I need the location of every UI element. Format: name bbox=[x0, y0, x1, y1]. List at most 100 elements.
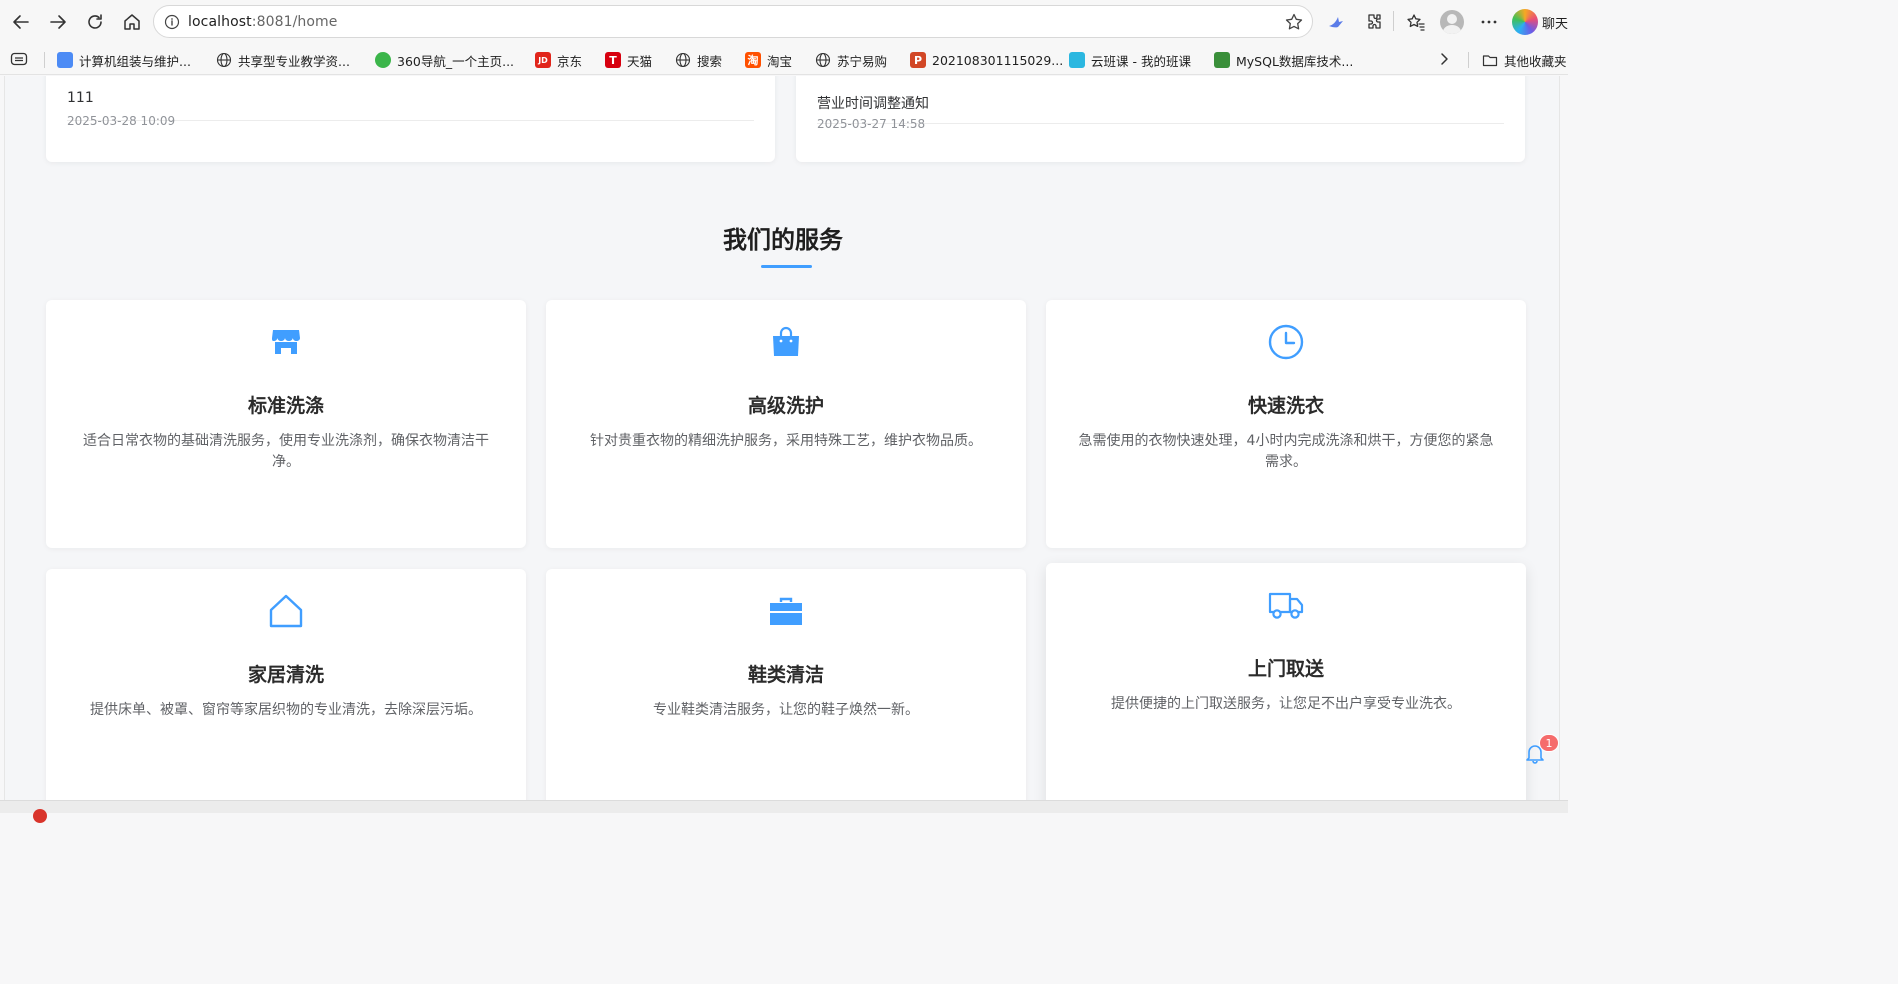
reload-icon bbox=[88, 14, 102, 29]
service-description: 专业鞋类清洁服务，让您的鞋子焕然一新。 bbox=[653, 702, 919, 718]
truck-icon bbox=[1268, 592, 1304, 619]
sidebar-toggle-icon[interactable] bbox=[10, 51, 28, 67]
service-card-pickup-delivery[interactable]: 上门取送 提供便捷的上门取送服务，让您足不出户享受专业洗衣。 bbox=[1046, 563, 1526, 800]
chevron-right-icon[interactable] bbox=[1436, 51, 1452, 67]
cloud-icon bbox=[1069, 52, 1085, 68]
service-description: 适合日常衣物的基础清洗服务，使用专业洗涤剂，确保衣物清洁干净。 bbox=[83, 433, 489, 470]
service-card-premium-care[interactable]: 高级洗护 针对贵重衣物的精细洗护服务，采用特殊工艺，维护衣物品质。 bbox=[546, 300, 1026, 548]
favorites-button[interactable] bbox=[1398, 4, 1434, 40]
home-icon bbox=[124, 14, 140, 30]
copilot-label: 聊天 bbox=[1542, 16, 1569, 32]
bookmark-item[interactable]: T 天猫 bbox=[605, 49, 652, 71]
toolbar-divider bbox=[1393, 11, 1394, 31]
shop-icon bbox=[272, 330, 300, 354]
page-viewport: 111 2025-03-28 10:09 营业时间调整通知 2025-03-27… bbox=[4, 76, 1560, 800]
other-bookmarks-folder[interactable]: 其他收藏夹 bbox=[1482, 49, 1567, 71]
services-section-title: 我们的服务 bbox=[723, 226, 843, 254]
more-menu-button[interactable] bbox=[1471, 4, 1507, 40]
notice-item[interactable]: 111 2025-03-28 10:09 bbox=[67, 76, 754, 128]
bookmark-item[interactable]: 360导航_一个主页... bbox=[375, 49, 514, 71]
service-title: 标准洗涤 bbox=[247, 395, 324, 417]
notice-card-left: 111 2025-03-28 10:09 bbox=[46, 76, 775, 162]
back-button[interactable] bbox=[3, 4, 39, 40]
notice-title[interactable]: 111 bbox=[67, 90, 94, 106]
bookmark-item[interactable]: 计算机组装与维护... bbox=[57, 49, 191, 71]
bookmark-label: 20210830111502​9... bbox=[932, 52, 1064, 68]
puzzle-icon bbox=[1368, 14, 1381, 29]
book-icon bbox=[1214, 52, 1230, 68]
jd-icon: JD bbox=[535, 52, 551, 68]
taskbar-strip bbox=[0, 800, 1568, 823]
service-card-home-cleaning[interactable]: 家居清洗 提供床单、被罩、窗帘等家居织物的专业清洗，去除深层污垢。 bbox=[46, 569, 526, 800]
url-text[interactable]: localhost:8081/home bbox=[188, 14, 338, 30]
service-description: 急需使用的衣物快速处理，4小时内完成洗涤和烘干，方便您的紧急需求。 bbox=[1078, 433, 1494, 470]
bookmark-label: 计算机组装与维护... bbox=[79, 53, 191, 69]
forward-button[interactable] bbox=[40, 4, 76, 40]
notice-card-right: 营业时间调整通知 2025-03-27 14:58 bbox=[796, 76, 1525, 162]
bookmark-label: 共享型专业教学资... bbox=[238, 53, 350, 69]
service-description: 提供床单、被罩、窗帘等家居织物的专业清洗，去除深层污垢。 bbox=[90, 702, 482, 718]
bookmark-item[interactable]: JD 京东 bbox=[535, 49, 582, 71]
favorites-list-icon bbox=[1407, 14, 1425, 31]
notice-title[interactable]: 营业时间调整通知 bbox=[817, 93, 929, 113]
bird-extension-icon bbox=[1329, 17, 1343, 28]
globe-icon bbox=[815, 52, 831, 68]
notice-date: 2025-03-28 10:09 bbox=[67, 114, 176, 128]
service-card-shoe-cleaning[interactable]: 鞋类清洁 专业鞋类清洁服务，让您的鞋子焕然一新。 bbox=[546, 569, 1026, 800]
service-card-quick-wash[interactable]: 快速洗衣 急需使用的衣物快速处理，4小时内完成洗涤和烘干，方便您的紧急需求。 bbox=[1046, 300, 1526, 548]
section-title-underline bbox=[761, 265, 812, 268]
profile-button[interactable] bbox=[1434, 4, 1470, 40]
bookmark-label: 京东 bbox=[557, 53, 583, 69]
home-button[interactable] bbox=[114, 4, 150, 40]
bookmark-item[interactable]: 搜索 bbox=[675, 49, 722, 71]
url-host: localhost bbox=[188, 13, 252, 30]
avatar bbox=[1440, 10, 1464, 34]
globe-icon bbox=[216, 52, 232, 68]
tmall-icon: T bbox=[605, 52, 621, 68]
extensions-button[interactable] bbox=[1356, 4, 1392, 40]
service-title: 鞋类清洁 bbox=[747, 664, 824, 686]
taskbar-app-icon[interactable] bbox=[33, 809, 47, 823]
copilot-chat-button[interactable]: 聊天 bbox=[1512, 7, 1568, 37]
service-description: 提供便捷的上门取送服务，让您足不出户享受专业洗衣。 bbox=[1111, 696, 1461, 712]
briefcase-icon bbox=[770, 597, 802, 625]
bookmark-item[interactable]: MySQL数据库技术... bbox=[1214, 49, 1353, 71]
bookmarks-bar: 计算机组装与维护... 共享型专业教学资... 360导航_一个主页... JD 京东 T… bbox=[0, 43, 1568, 75]
house-icon bbox=[269, 594, 303, 628]
copilot-icon bbox=[1512, 9, 1538, 35]
notification-badge: 1 bbox=[1539, 734, 1559, 752]
clock-icon bbox=[1268, 324, 1304, 360]
bookmarks-divider bbox=[44, 52, 45, 68]
bookmark-label: 苏宁易购 bbox=[837, 53, 888, 69]
powerpoint-icon: P bbox=[910, 52, 926, 68]
browser-toolbar: localhost:8081/home 聊天 bbox=[0, 0, 1568, 43]
service-card-standard-wash[interactable]: 标准洗涤 适合日常衣物的基础清洗服务，使用专业洗涤剂，确保衣物清洁干净。 bbox=[46, 300, 526, 548]
service-title: 家居清洗 bbox=[247, 664, 324, 686]
more-dots-icon bbox=[1481, 20, 1497, 24]
globe-icon bbox=[675, 52, 691, 68]
bookmark-label: 天猫 bbox=[627, 53, 653, 69]
bookmark-item[interactable]: 淘淘宝 bbox=[745, 49, 792, 71]
bookmark-item[interactable]: 共享型专业教学资... bbox=[216, 49, 350, 71]
bookmark-item[interactable]: 苏宁易购 bbox=[815, 49, 887, 71]
reload-button[interactable] bbox=[77, 4, 113, 40]
bookmark-item[interactable]: 云班课 - 我的班课 bbox=[1069, 49, 1191, 71]
service-title: 快速洗衣 bbox=[1247, 395, 1324, 417]
bookmark-item[interactable]: P 20210830111502​9... bbox=[910, 49, 1063, 71]
service-description: 针对贵重衣物的精细洗护服务，采用特殊工艺，维护衣物品质。 bbox=[590, 433, 982, 449]
address-bar[interactable]: localhost:8081/home bbox=[153, 5, 1313, 38]
arrow-left-icon bbox=[13, 15, 29, 29]
360-icon bbox=[375, 52, 391, 68]
bookmark-label: 360导航_一个主页... bbox=[397, 53, 515, 69]
arrow-right-icon bbox=[50, 15, 66, 29]
notice-item[interactable]: 营业时间调整通知 2025-03-27 14:58 bbox=[817, 76, 1504, 131]
info-icon[interactable] bbox=[164, 14, 180, 30]
other-bookmarks-label: 其他收藏夹 bbox=[1504, 53, 1567, 69]
service-title: 高级洗护 bbox=[747, 395, 824, 417]
favorite-star-icon[interactable] bbox=[1284, 12, 1304, 32]
extension-button[interactable] bbox=[1318, 4, 1354, 40]
bookmark-label: 搜索 bbox=[697, 53, 723, 69]
shopping-bag-icon bbox=[773, 326, 799, 356]
bookmark-label: 云班课 - 我的班课 bbox=[1091, 53, 1191, 69]
puzzle-icon bbox=[57, 52, 73, 68]
